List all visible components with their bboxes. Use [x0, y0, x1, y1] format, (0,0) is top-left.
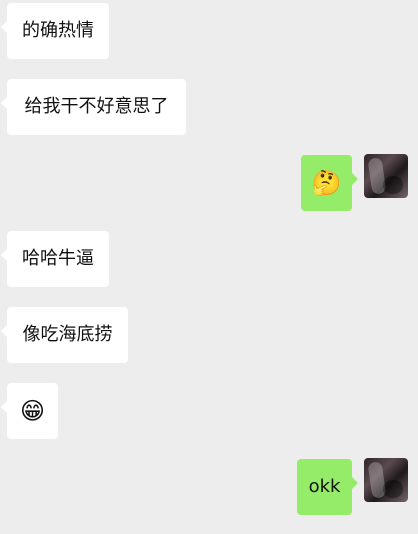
grinning-emoji: 😁 — [19, 397, 46, 425]
message-bubble[interactable]: 😁 — [1, 383, 58, 439]
avatar[interactable] — [364, 458, 408, 502]
chat-thread: 的确热情 给我干不好意思了 🤔 哈哈牛逼 像吃海底捞 😁 okk — [0, 0, 418, 534]
message-bubble[interactable]: 的确热情 — [1, 3, 109, 59]
message-bubble[interactable]: 🤔 — [301, 155, 358, 211]
message-bubble[interactable]: 像吃海底捞 — [1, 307, 128, 363]
avatar[interactable] — [364, 154, 408, 198]
message-text: 的确热情 — [22, 20, 94, 41]
message-bubble[interactable]: 给我干不好意思了 — [1, 79, 186, 135]
message-text: 给我干不好意思了 — [24, 96, 169, 117]
message-bubble[interactable]: okk — [297, 459, 358, 515]
message-text: okk — [308, 476, 341, 497]
message-text: 哈哈牛逼 — [22, 248, 94, 269]
message-text: 像吃海底捞 — [22, 324, 113, 345]
thinking-emoji: 🤔 — [311, 169, 342, 197]
message-bubble[interactable]: 哈哈牛逼 — [1, 231, 109, 287]
